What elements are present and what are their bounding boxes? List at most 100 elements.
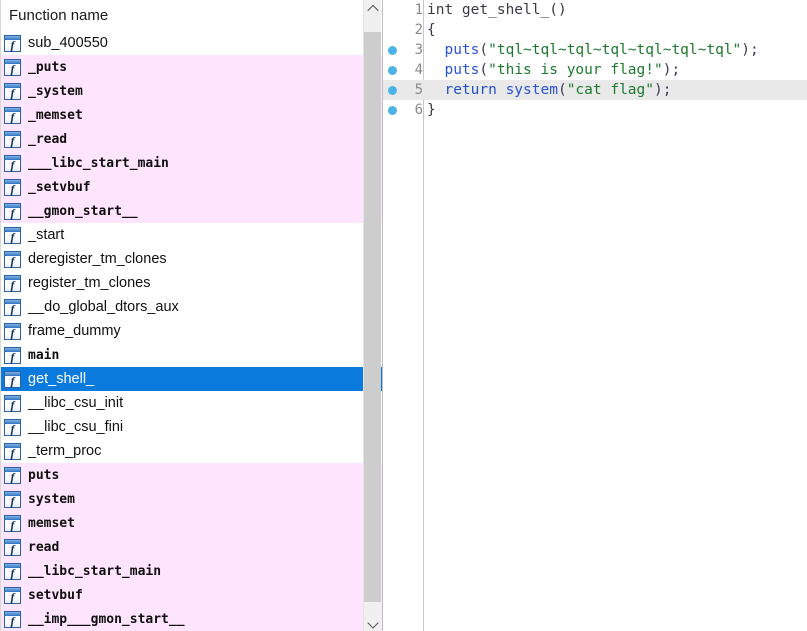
function-list-item[interactable]: f sub_400550 [0, 31, 382, 55]
scrollbar-thumb[interactable] [364, 32, 381, 602]
function-list-item[interactable]: f _memset [0, 103, 382, 127]
function-icon: f [4, 58, 21, 76]
code-line[interactable]: 1 int get_shell_() [383, 0, 807, 20]
function-icon-glyph: f [10, 37, 15, 52]
function-icon: f [4, 250, 21, 268]
function-list-item[interactable]: f __libc_csu_init [0, 391, 382, 415]
function-name-label: _memset [28, 107, 83, 123]
function-icon: f [4, 346, 21, 364]
function-list-item[interactable]: f _start [0, 223, 382, 247]
function-name-label: memset [28, 515, 75, 531]
function-name-label: puts [28, 467, 60, 483]
function-icon: f [4, 34, 21, 52]
function-icon: f [4, 490, 21, 508]
function-icon-glyph: f [10, 325, 15, 340]
code-token: get_shell_ [461, 2, 550, 18]
code-text: return system("cat flag"); [423, 82, 671, 98]
code-token: ( [557, 82, 567, 98]
code-token: int [427, 2, 462, 18]
function-name-label: __libc_start_main [28, 563, 162, 579]
functions-list-scrollbar[interactable] [363, 0, 381, 631]
function-name-label: _read [28, 131, 68, 147]
code-token: ); [741, 42, 759, 58]
function-list-item[interactable]: f __libc_csu_fini [0, 415, 382, 439]
function-list-item[interactable]: f _setvbuf [0, 175, 382, 199]
breakpoint-dot-icon[interactable] [388, 86, 397, 95]
function-icon-glyph: f [10, 565, 15, 580]
function-icon: f [4, 394, 21, 412]
code-token: return [444, 82, 506, 98]
function-icon: f [4, 322, 21, 340]
function-list-item[interactable]: f read [0, 535, 382, 559]
function-list-item[interactable]: f _puts [0, 55, 382, 79]
function-icon: f [4, 298, 21, 316]
function-name-label: __do_global_dtors_aux [28, 299, 179, 315]
function-icon: f [4, 82, 21, 100]
function-icon-glyph: f [10, 373, 15, 388]
scroll-up-button[interactable] [364, 0, 381, 17]
pseudocode-panel[interactable]: 1 int get_shell_() 2{3 puts("tql~tql~tql~t… [383, 0, 807, 631]
breakpoint-gutter[interactable] [383, 80, 405, 100]
function-list-item[interactable]: f __do_global_dtors_aux [0, 295, 382, 319]
breakpoint-gutter[interactable] [383, 40, 405, 60]
function-list-item[interactable]: f ___libc_start_main [0, 151, 382, 175]
breakpoint-gutter[interactable] [383, 0, 405, 20]
scroll-down-button[interactable] [364, 614, 381, 631]
function-icon-glyph: f [10, 613, 15, 628]
function-icon-glyph: f [10, 277, 15, 292]
breakpoint-dot-icon[interactable] [388, 106, 397, 115]
function-list-item[interactable]: f get_shell_ [0, 367, 382, 391]
breakpoint-gutter[interactable] [383, 20, 405, 40]
function-icon: f [4, 466, 21, 484]
function-icon: f [4, 442, 21, 460]
line-number: 5 [414, 82, 423, 98]
code-line[interactable]: 4 puts("this is your flag!"); [383, 60, 807, 80]
pseudocode-lines[interactable]: 1 int get_shell_() 2{3 puts("tql~tql~tql~t… [383, 0, 807, 120]
functions-column-header[interactable]: Function name [0, 0, 382, 31]
function-icon-glyph: f [10, 541, 15, 556]
breakpoint-dot-icon[interactable] [388, 46, 397, 55]
function-list-item[interactable]: f register_tm_clones [0, 271, 382, 295]
function-list-item[interactable]: f __libc_start_main [0, 559, 382, 583]
function-list-item[interactable]: f _term_proc [0, 439, 382, 463]
function-list-item[interactable]: f system [0, 487, 382, 511]
function-name-label: _system [28, 83, 83, 99]
function-icon-glyph: f [10, 109, 15, 124]
function-name-label: register_tm_clones [28, 275, 151, 291]
code-token: () [549, 2, 567, 18]
function-icon: f [4, 538, 21, 556]
breakpoint-dot-icon[interactable] [388, 66, 397, 75]
function-name-label: deregister_tm_clones [28, 251, 167, 267]
function-list-item[interactable]: f frame_dummy [0, 319, 382, 343]
function-list-item[interactable]: f __imp___gmon_start__ [0, 607, 382, 631]
function-name-label: read [28, 539, 60, 555]
function-icon: f [4, 202, 21, 220]
disassembler-window: Function name f sub_400550 f _puts f _system f… [0, 0, 807, 631]
function-list-item[interactable]: f __gmon_start__ [0, 199, 382, 223]
code-line[interactable]: 5 return system("cat flag"); [383, 80, 807, 100]
code-text: puts("this is your flag!"); [423, 62, 680, 78]
function-icon-glyph: f [10, 589, 15, 604]
function-name-label: main [28, 347, 60, 363]
code-token: puts [444, 62, 480, 78]
function-icon-glyph: f [10, 85, 15, 100]
code-line[interactable]: 3 puts("tql~tql~tql~tql~tql~tql~tql"); [383, 40, 807, 60]
function-icon-glyph: f [10, 253, 15, 268]
breakpoint-gutter[interactable] [383, 60, 405, 80]
function-list-item[interactable]: f _system [0, 79, 382, 103]
function-icon-glyph: f [10, 493, 15, 508]
functions-list[interactable]: f sub_400550 f _puts f _system f _memset f _read f… [0, 31, 382, 631]
function-list-item[interactable]: f setvbuf [0, 583, 382, 607]
function-name-label: frame_dummy [28, 323, 121, 339]
function-list-item[interactable]: f main [0, 343, 382, 367]
function-list-item[interactable]: f _read [0, 127, 382, 151]
function-list-item[interactable]: f deregister_tm_clones [0, 247, 382, 271]
function-list-item[interactable]: f puts [0, 463, 382, 487]
function-list-item[interactable]: f memset [0, 511, 382, 535]
code-line[interactable]: 6} [383, 100, 807, 120]
function-icon-glyph: f [10, 469, 15, 484]
function-icon: f [4, 610, 21, 628]
code-line[interactable]: 2{ [383, 20, 807, 40]
breakpoint-gutter[interactable] [383, 100, 405, 120]
